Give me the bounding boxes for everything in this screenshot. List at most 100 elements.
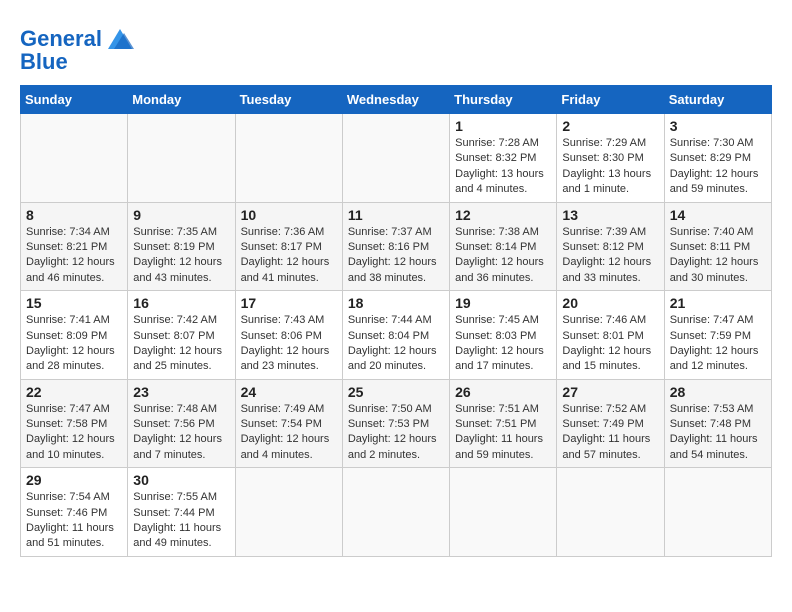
day-info: Sunrise: 7:52 AM Sunset: 7:49 PM Dayligh… (562, 402, 658, 464)
calendar-cell: 17 Sunrise: 7:43 AM Sunset: 8:06 PM Dayl… (235, 291, 342, 380)
day-info: Sunrise: 7:30 AM Sunset: 8:29 PM Dayligh… (670, 136, 766, 198)
logo: General Blue (20, 25, 136, 75)
calendar-cell (128, 114, 235, 203)
day-number: 2 (562, 118, 658, 134)
logo-icon (104, 25, 136, 53)
calendar-cell (664, 468, 771, 557)
day-info: Sunrise: 7:38 AM Sunset: 8:14 PM Dayligh… (455, 225, 551, 287)
day-info: Sunrise: 7:46 AM Sunset: 8:01 PM Dayligh… (562, 313, 658, 375)
calendar-cell: 24 Sunrise: 7:49 AM Sunset: 7:54 PM Dayl… (235, 379, 342, 468)
calendar-cell: 15 Sunrise: 7:41 AM Sunset: 8:09 PM Dayl… (21, 291, 128, 380)
calendar-cell: 28 Sunrise: 7:53 AM Sunset: 7:48 PM Dayl… (664, 379, 771, 468)
calendar-row: 1 Sunrise: 7:28 AM Sunset: 8:32 PM Dayli… (21, 114, 772, 203)
calendar-cell: 25 Sunrise: 7:50 AM Sunset: 7:53 PM Dayl… (342, 379, 449, 468)
day-number: 15 (26, 295, 122, 311)
day-number: 28 (670, 384, 766, 400)
calendar-cell: 9 Sunrise: 7:35 AM Sunset: 8:19 PM Dayli… (128, 202, 235, 291)
logo-text: General (20, 27, 102, 51)
col-header-tuesday: Tuesday (235, 86, 342, 114)
day-info: Sunrise: 7:50 AM Sunset: 7:53 PM Dayligh… (348, 402, 444, 464)
calendar-cell: 18 Sunrise: 7:44 AM Sunset: 8:04 PM Dayl… (342, 291, 449, 380)
col-header-saturday: Saturday (664, 86, 771, 114)
calendar-row: 8 Sunrise: 7:34 AM Sunset: 8:21 PM Dayli… (21, 202, 772, 291)
calendar-table: SundayMondayTuesdayWednesdayThursdayFrid… (20, 85, 772, 557)
calendar-cell (450, 468, 557, 557)
day-info: Sunrise: 7:41 AM Sunset: 8:09 PM Dayligh… (26, 313, 122, 375)
day-info: Sunrise: 7:28 AM Sunset: 8:32 PM Dayligh… (455, 136, 551, 198)
day-info: Sunrise: 7:47 AM Sunset: 7:58 PM Dayligh… (26, 402, 122, 464)
calendar-cell (557, 468, 664, 557)
day-number: 19 (455, 295, 551, 311)
calendar-cell: 2 Sunrise: 7:29 AM Sunset: 8:30 PM Dayli… (557, 114, 664, 203)
day-info: Sunrise: 7:44 AM Sunset: 8:04 PM Dayligh… (348, 313, 444, 375)
calendar-cell: 23 Sunrise: 7:48 AM Sunset: 7:56 PM Dayl… (128, 379, 235, 468)
calendar-cell (342, 468, 449, 557)
col-header-friday: Friday (557, 86, 664, 114)
calendar-row: 22 Sunrise: 7:47 AM Sunset: 7:58 PM Dayl… (21, 379, 772, 468)
calendar-cell: 21 Sunrise: 7:47 AM Sunset: 7:59 PM Dayl… (664, 291, 771, 380)
calendar-cell: 13 Sunrise: 7:39 AM Sunset: 8:12 PM Dayl… (557, 202, 664, 291)
day-info: Sunrise: 7:47 AM Sunset: 7:59 PM Dayligh… (670, 313, 766, 375)
day-info: Sunrise: 7:37 AM Sunset: 8:16 PM Dayligh… (348, 225, 444, 287)
day-number: 25 (348, 384, 444, 400)
day-number: 18 (348, 295, 444, 311)
calendar-cell: 27 Sunrise: 7:52 AM Sunset: 7:49 PM Dayl… (557, 379, 664, 468)
calendar-cell: 30 Sunrise: 7:55 AM Sunset: 7:44 PM Dayl… (128, 468, 235, 557)
day-number: 17 (241, 295, 337, 311)
col-header-wednesday: Wednesday (342, 86, 449, 114)
calendar-cell: 26 Sunrise: 7:51 AM Sunset: 7:51 PM Dayl… (450, 379, 557, 468)
day-number: 22 (26, 384, 122, 400)
day-info: Sunrise: 7:36 AM Sunset: 8:17 PM Dayligh… (241, 225, 337, 287)
col-header-sunday: Sunday (21, 86, 128, 114)
calendar-cell: 8 Sunrise: 7:34 AM Sunset: 8:21 PM Dayli… (21, 202, 128, 291)
day-info: Sunrise: 7:54 AM Sunset: 7:46 PM Dayligh… (26, 490, 122, 552)
day-info: Sunrise: 7:51 AM Sunset: 7:51 PM Dayligh… (455, 402, 551, 464)
page-header: General Blue (20, 20, 772, 75)
day-number: 12 (455, 207, 551, 223)
day-number: 29 (26, 472, 122, 488)
day-number: 27 (562, 384, 658, 400)
calendar-cell (21, 114, 128, 203)
day-info: Sunrise: 7:48 AM Sunset: 7:56 PM Dayligh… (133, 402, 229, 464)
calendar-row: 15 Sunrise: 7:41 AM Sunset: 8:09 PM Dayl… (21, 291, 772, 380)
day-info: Sunrise: 7:55 AM Sunset: 7:44 PM Dayligh… (133, 490, 229, 552)
day-number: 20 (562, 295, 658, 311)
col-header-thursday: Thursday (450, 86, 557, 114)
day-number: 1 (455, 118, 551, 134)
day-info: Sunrise: 7:39 AM Sunset: 8:12 PM Dayligh… (562, 225, 658, 287)
day-info: Sunrise: 7:34 AM Sunset: 8:21 PM Dayligh… (26, 225, 122, 287)
day-number: 23 (133, 384, 229, 400)
day-info: Sunrise: 7:53 AM Sunset: 7:48 PM Dayligh… (670, 402, 766, 464)
day-info: Sunrise: 7:29 AM Sunset: 8:30 PM Dayligh… (562, 136, 658, 198)
day-number: 8 (26, 207, 122, 223)
day-number: 30 (133, 472, 229, 488)
calendar-cell: 11 Sunrise: 7:37 AM Sunset: 8:16 PM Dayl… (342, 202, 449, 291)
calendar-cell: 14 Sunrise: 7:40 AM Sunset: 8:11 PM Dayl… (664, 202, 771, 291)
calendar-cell: 19 Sunrise: 7:45 AM Sunset: 8:03 PM Dayl… (450, 291, 557, 380)
day-number: 16 (133, 295, 229, 311)
day-number: 11 (348, 207, 444, 223)
col-header-monday: Monday (128, 86, 235, 114)
calendar-row: 29 Sunrise: 7:54 AM Sunset: 7:46 PM Dayl… (21, 468, 772, 557)
calendar-cell: 3 Sunrise: 7:30 AM Sunset: 8:29 PM Dayli… (664, 114, 771, 203)
calendar-cell (342, 114, 449, 203)
calendar-cell: 1 Sunrise: 7:28 AM Sunset: 8:32 PM Dayli… (450, 114, 557, 203)
day-number: 14 (670, 207, 766, 223)
calendar-cell: 22 Sunrise: 7:47 AM Sunset: 7:58 PM Dayl… (21, 379, 128, 468)
day-number: 26 (455, 384, 551, 400)
day-info: Sunrise: 7:42 AM Sunset: 8:07 PM Dayligh… (133, 313, 229, 375)
day-info: Sunrise: 7:43 AM Sunset: 8:06 PM Dayligh… (241, 313, 337, 375)
calendar-cell: 12 Sunrise: 7:38 AM Sunset: 8:14 PM Dayl… (450, 202, 557, 291)
calendar-cell: 16 Sunrise: 7:42 AM Sunset: 8:07 PM Dayl… (128, 291, 235, 380)
day-number: 9 (133, 207, 229, 223)
day-number: 3 (670, 118, 766, 134)
day-number: 21 (670, 295, 766, 311)
day-info: Sunrise: 7:40 AM Sunset: 8:11 PM Dayligh… (670, 225, 766, 287)
calendar-cell: 20 Sunrise: 7:46 AM Sunset: 8:01 PM Dayl… (557, 291, 664, 380)
calendar-cell (235, 114, 342, 203)
calendar-cell (235, 468, 342, 557)
day-info: Sunrise: 7:35 AM Sunset: 8:19 PM Dayligh… (133, 225, 229, 287)
day-number: 10 (241, 207, 337, 223)
calendar-cell: 10 Sunrise: 7:36 AM Sunset: 8:17 PM Dayl… (235, 202, 342, 291)
day-info: Sunrise: 7:49 AM Sunset: 7:54 PM Dayligh… (241, 402, 337, 464)
